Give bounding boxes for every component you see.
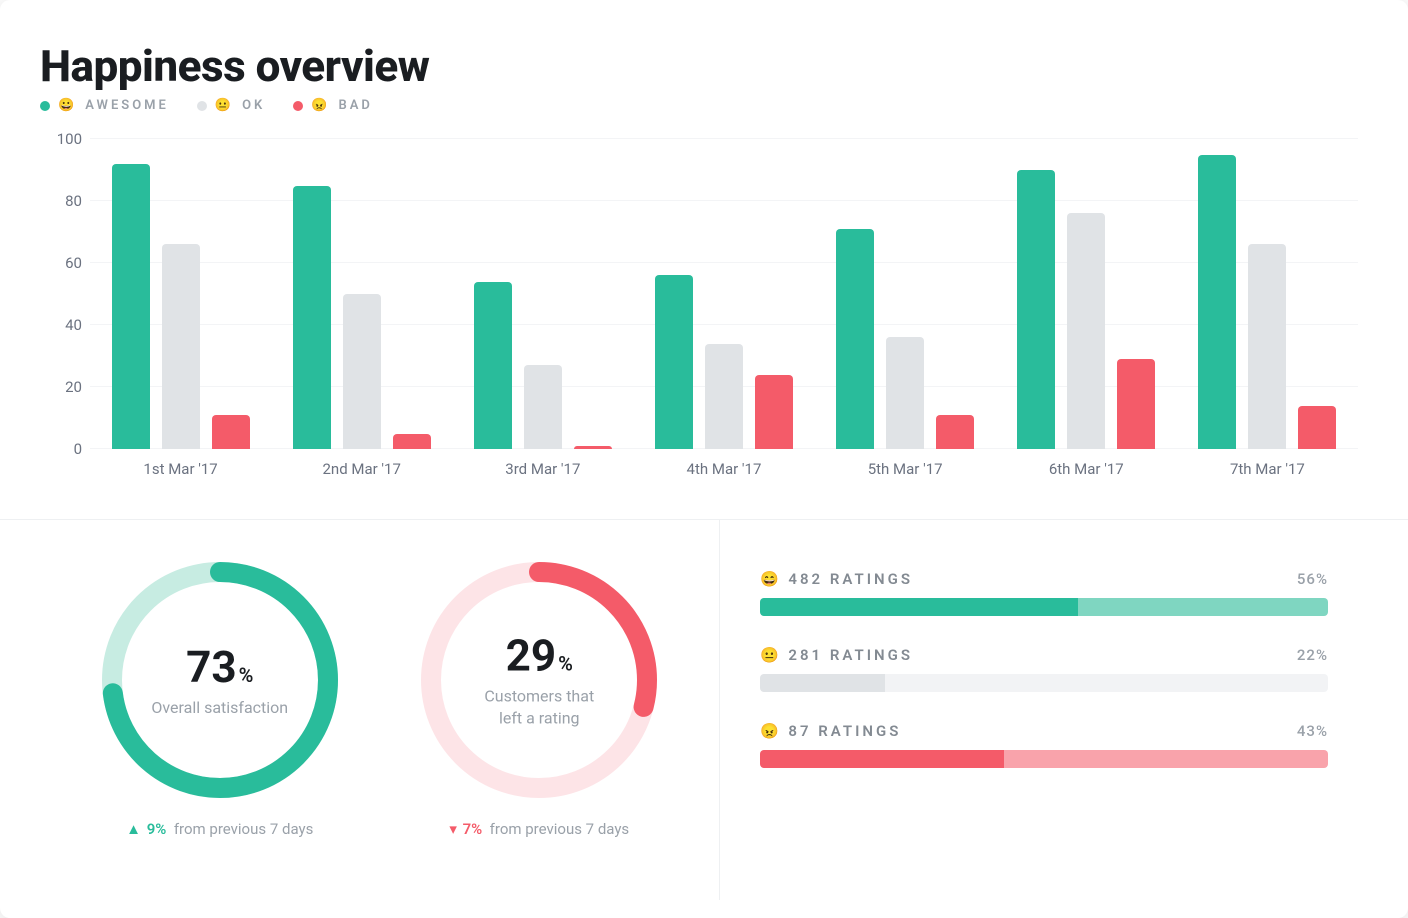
legend-label-awesome: AWESOME [85, 98, 169, 113]
rating-row: 😐 281 RATINGS 22% [760, 646, 1328, 692]
legend-bad: 😠 BAD [293, 98, 373, 113]
progress-bar [760, 674, 1328, 692]
bar-group [1177, 139, 1358, 449]
bar-group [452, 139, 633, 449]
x-tick-label: 5th Mar '17 [815, 460, 996, 478]
rating-percent: 43% [1297, 722, 1328, 740]
x-tick-label: 7th Mar '17 [1177, 460, 1358, 478]
satisfaction-delta-text: from previous 7 days [174, 820, 314, 838]
progress-fill [760, 674, 885, 692]
responders-delta: ▾ 7% from previous 7 days [390, 820, 690, 838]
legend-emoji-ok: 😐 [215, 98, 234, 113]
bar [1117, 359, 1155, 449]
bar-group [815, 139, 996, 449]
legend-emoji-awesome: 😀 [58, 98, 77, 113]
bar [936, 415, 974, 449]
caret-up-icon: ▲ [126, 820, 141, 838]
bar [343, 294, 381, 449]
legend-awesome: 😀 AWESOME [40, 98, 169, 113]
rating-percent: 56% [1297, 570, 1328, 588]
gauge-responders: 29% Customers thatleft a rating ▾ 7% from… [390, 560, 690, 870]
progress-bar [760, 598, 1328, 616]
gauge-value: 29 [506, 630, 557, 682]
bar [836, 229, 874, 449]
bar [524, 365, 562, 449]
caret-down-icon: ▾ [449, 820, 457, 838]
page-title: Happiness overview [40, 40, 1368, 92]
x-tick-label: 1st Mar '17 [90, 460, 271, 478]
y-tick-label: 100 [42, 130, 82, 148]
legend-emoji-bad: 😠 [311, 98, 330, 113]
progress-fill [760, 750, 1004, 768]
progress-rest [1004, 750, 1328, 768]
y-tick-label: 80 [42, 192, 82, 210]
gauge-value: 73 [186, 641, 237, 693]
bar [112, 164, 150, 449]
legend-dot-ok [197, 101, 207, 111]
responders-delta-text: from previous 7 days [490, 820, 630, 838]
x-tick-label: 4th Mar '17 [633, 460, 814, 478]
rating-label: 😠 87 RATINGS [760, 722, 901, 740]
bar [1017, 170, 1055, 449]
happiness-bar-chart: 020406080100 1st Mar '172nd Mar '173rd M… [90, 139, 1358, 489]
bar [1248, 244, 1286, 449]
bar [655, 275, 693, 449]
legend-label-ok: OK [242, 98, 265, 113]
rating-label: 😐 281 RATINGS [760, 646, 913, 664]
satisfaction-delta-value: 9% [147, 820, 167, 838]
legend-ok: 😐 OK [197, 98, 265, 113]
legend-label-bad: BAD [338, 98, 372, 113]
bar-group [271, 139, 452, 449]
y-tick-label: 40 [42, 316, 82, 334]
rating-label: 😄 482 RATINGS [760, 570, 913, 588]
dashboard-card: Happiness overview 😀 AWESOME 😐 OK 😠 BAD … [0, 0, 1408, 918]
progress-rest [1078, 598, 1328, 616]
bar [393, 434, 431, 450]
bar [1198, 155, 1236, 450]
chart-legend: 😀 AWESOME 😐 OK 😠 BAD [40, 98, 1368, 113]
ratings-panel: 😄 482 RATINGS 56% 😐 281 RATINGS 22% 😠 87 RAT… [720, 520, 1368, 900]
rating-row: 😄 482 RATINGS 56% [760, 570, 1328, 616]
gauge-unit: % [558, 652, 573, 676]
gauge-label: Overall satisfaction [100, 697, 340, 719]
bar [162, 244, 200, 449]
responders-delta-value: 7% [463, 820, 483, 838]
x-tick-label: 6th Mar '17 [996, 460, 1177, 478]
progress-bar [760, 750, 1328, 768]
bar-group [90, 139, 271, 449]
satisfaction-delta: ▲ 9% from previous 7 days [70, 820, 370, 838]
bar [886, 337, 924, 449]
progress-rest [885, 674, 1328, 692]
bar [755, 375, 793, 449]
gauges-panel: 73% Overall satisfaction ▲ 9% from previo… [40, 520, 720, 900]
gauge-satisfaction: 73% Overall satisfaction ▲ 9% from previo… [70, 560, 370, 870]
bar [474, 282, 512, 449]
legend-dot-awesome [40, 101, 50, 111]
bar-group [633, 139, 814, 449]
y-tick-label: 60 [42, 254, 82, 272]
legend-dot-bad [293, 101, 303, 111]
gauge-unit: % [239, 663, 254, 687]
bar [1298, 406, 1336, 449]
x-tick-label: 2nd Mar '17 [271, 460, 452, 478]
bar [293, 186, 331, 450]
progress-fill [760, 598, 1078, 616]
bar-group [996, 139, 1177, 449]
rating-percent: 22% [1297, 646, 1328, 664]
bar [705, 344, 743, 449]
bar [1067, 213, 1105, 449]
x-tick-label: 3rd Mar '17 [452, 460, 633, 478]
y-tick-label: 0 [42, 440, 82, 458]
gauge-label: Customers thatleft a rating [419, 686, 659, 731]
bar [212, 415, 250, 449]
summary-row: 73% Overall satisfaction ▲ 9% from previo… [40, 520, 1368, 900]
rating-row: 😠 87 RATINGS 43% [760, 722, 1328, 768]
y-tick-label: 20 [42, 378, 82, 396]
